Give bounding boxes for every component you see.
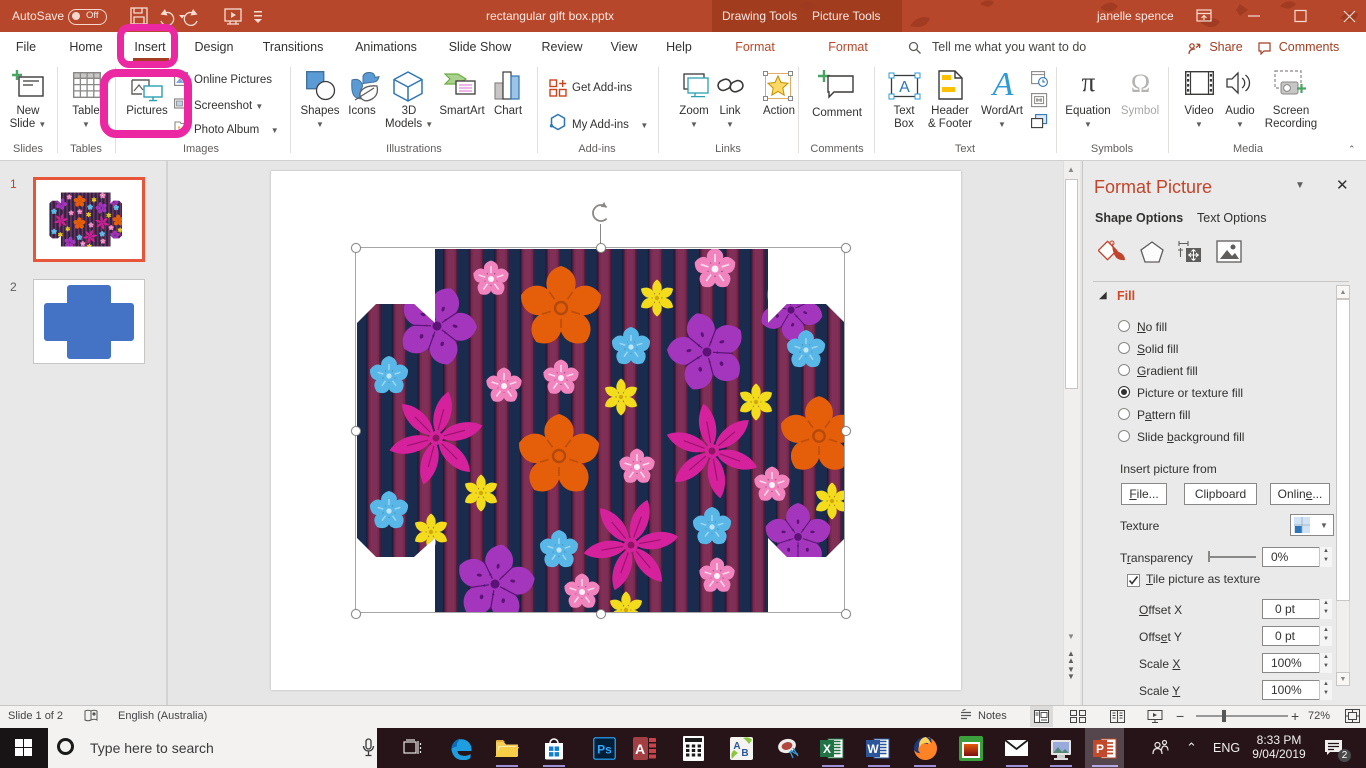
svg-text:Ω: Ω — [1131, 70, 1150, 97]
svg-text:A: A — [635, 741, 645, 757]
svg-text:B: B — [741, 748, 748, 759]
svg-text:X: X — [823, 742, 831, 756]
svg-text:W: W — [867, 742, 879, 756]
svg-text:A: A — [991, 69, 1014, 100]
svg-text:A: A — [899, 79, 910, 96]
svg-text:A: A — [733, 741, 740, 752]
svg-text:Ps: Ps — [597, 743, 612, 757]
svg-text:P: P — [1096, 742, 1104, 756]
svg-text:π: π — [1082, 70, 1096, 95]
